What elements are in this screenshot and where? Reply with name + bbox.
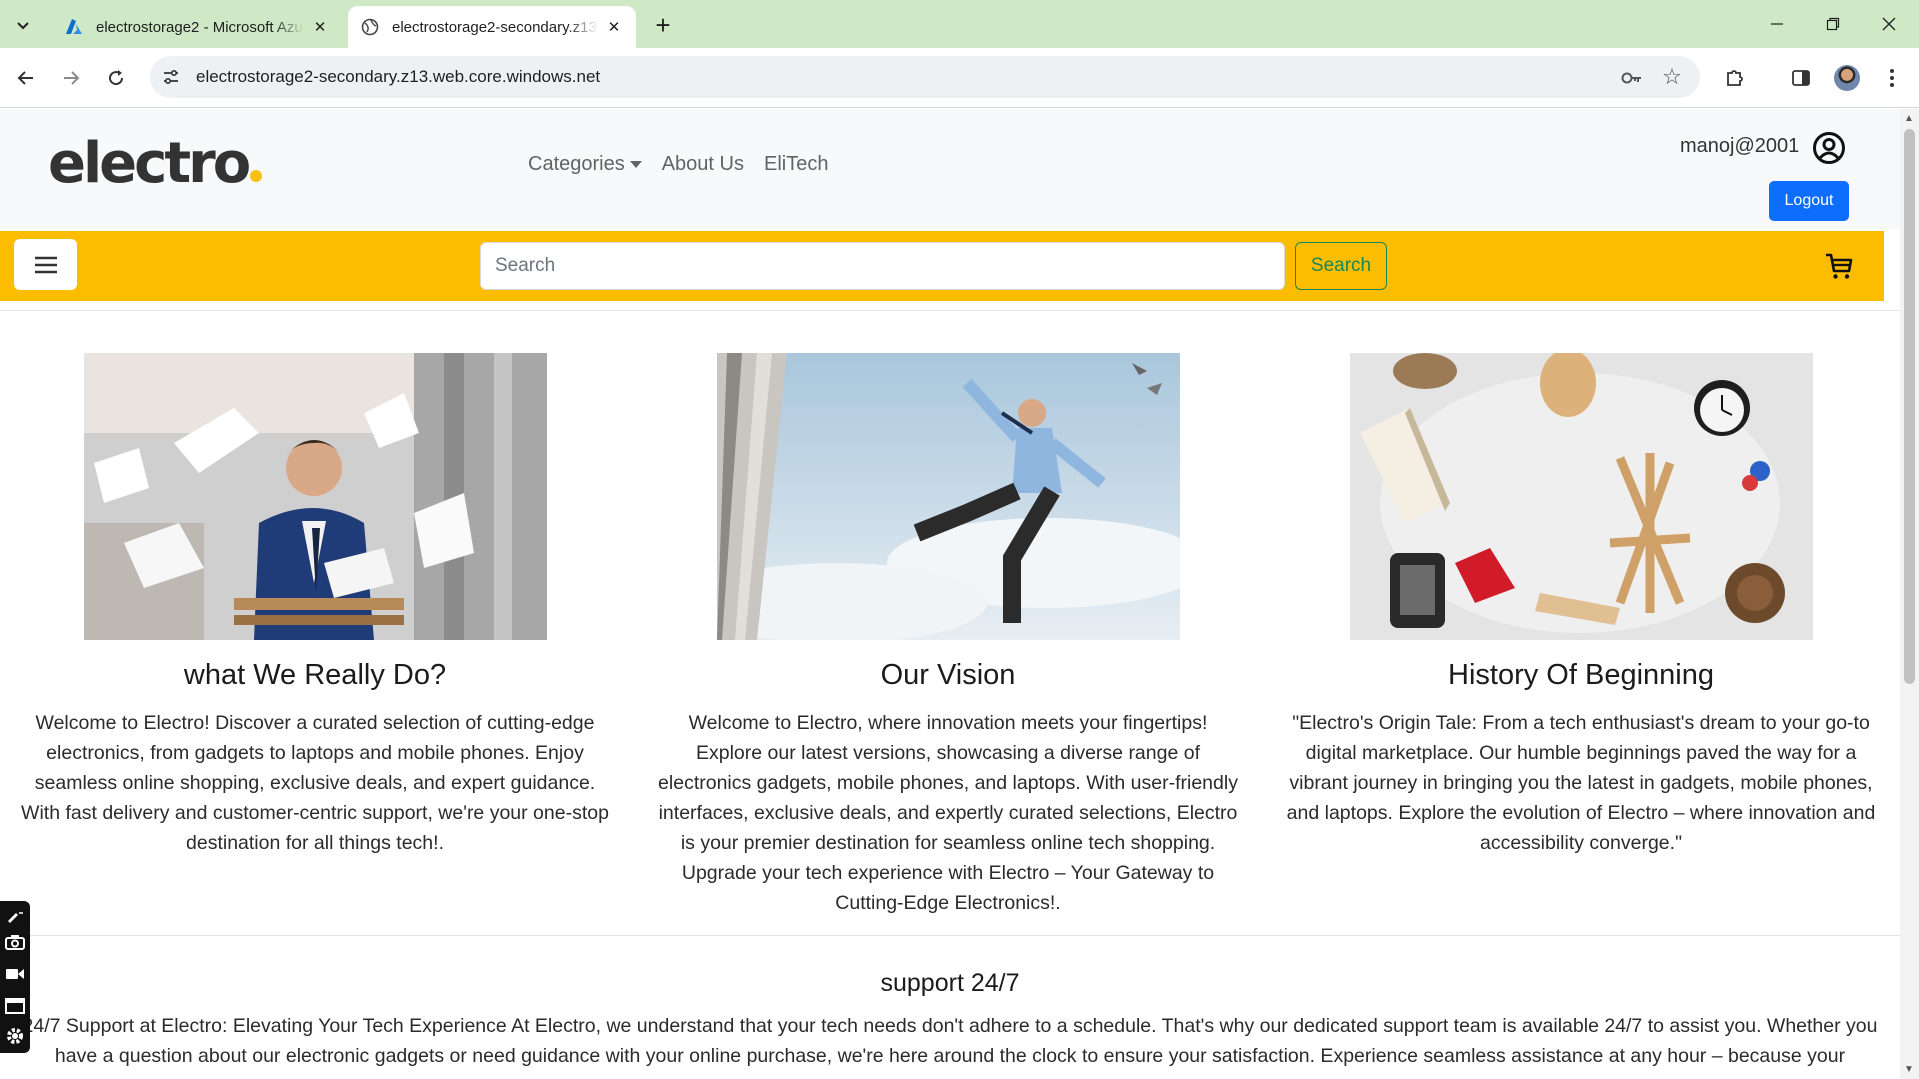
profile-avatar xyxy=(1834,65,1860,91)
search-bar: Search Search xyxy=(0,231,1884,301)
search-placeholder: Search xyxy=(495,255,556,276)
logout-button[interactable]: Logout xyxy=(1769,181,1849,221)
close-tab-icon[interactable]: ✕ xyxy=(310,17,330,37)
search-input[interactable]: Search xyxy=(480,242,1285,290)
arrow-left-icon xyxy=(17,71,33,85)
profile-button[interactable] xyxy=(1831,62,1863,94)
camera-icon[interactable] xyxy=(4,931,26,953)
close-tab-icon[interactable]: ✕ xyxy=(604,17,624,37)
card-title: Our Vision xyxy=(880,659,1016,691)
user-circle-icon[interactable] xyxy=(1812,131,1846,165)
card-text: Welcome to Electro! Discover a curated s… xyxy=(21,712,609,854)
card-text: Welcome to Electro, where innovation mee… xyxy=(658,712,1238,914)
username: manoj@2001 xyxy=(1680,135,1800,157)
section-divider xyxy=(0,935,1900,936)
restore-button[interactable] xyxy=(1804,0,1862,48)
bookmark-star-icon[interactable]: ☆ xyxy=(1660,64,1684,89)
caret-down-icon xyxy=(629,161,642,169)
scroll-down-icon[interactable]: ▼ xyxy=(1904,1064,1914,1075)
azure-icon xyxy=(64,17,84,37)
window-icon[interactable] xyxy=(4,995,26,1017)
minimize-button[interactable] xyxy=(1748,0,1806,48)
nav-elitech[interactable]: EliTech xyxy=(764,153,828,176)
tab-title: electrostorage2 - Microsoft Azu xyxy=(96,18,303,36)
new-tab-button[interactable]: + xyxy=(648,10,678,40)
reload-button[interactable] xyxy=(100,62,132,94)
forward-button[interactable] xyxy=(55,62,87,94)
side-panel-button[interactable] xyxy=(1785,62,1817,94)
nav-categories[interactable]: Categories xyxy=(528,153,642,176)
minimize-icon xyxy=(1771,23,1783,25)
side-panel-icon xyxy=(1792,70,1810,86)
businessman-papers-image xyxy=(84,353,547,640)
site-header: electro Categories About Us EliTech mano… xyxy=(0,109,1900,229)
businessman-jumping-image xyxy=(717,353,1180,640)
electro-logo[interactable]: electro xyxy=(48,131,263,196)
browser-tabstrip: electrostorage2 - Microsoft Azu ✕ electr… xyxy=(0,0,1919,48)
url-text: electrostorage2-secondary.z13.web.core.w… xyxy=(196,67,601,86)
nav-categories-label: Categories xyxy=(528,153,625,175)
scroll-up-icon[interactable]: ▲ xyxy=(1904,113,1914,124)
nav-about-us[interactable]: About Us xyxy=(662,153,744,176)
cart-icon[interactable] xyxy=(1824,251,1854,281)
close-window-button[interactable] xyxy=(1860,0,1918,48)
back-button[interactable] xyxy=(10,62,42,94)
tab-electro[interactable]: electrostorage2-secondary.z13. ✕ xyxy=(348,6,636,48)
card-title: History Of Beginning xyxy=(1448,659,1714,691)
extensions-button[interactable] xyxy=(1719,62,1751,94)
search-button[interactable]: Search xyxy=(1295,242,1387,290)
card-text: "Electro's Origin Tale: From a tech enth… xyxy=(1286,712,1876,854)
section-divider xyxy=(0,310,1900,311)
globe-icon xyxy=(360,17,380,37)
floating-toolbar xyxy=(0,901,30,1053)
main-nav: Categories About Us EliTech xyxy=(528,153,828,176)
pen-icon[interactable] xyxy=(4,905,26,927)
tab-search-button[interactable] xyxy=(8,10,38,40)
logo-text: electro xyxy=(48,131,251,196)
menu-toggle-button[interactable] xyxy=(14,239,77,290)
reload-icon xyxy=(109,70,124,86)
web-page: electro Categories About Us EliTech mano… xyxy=(0,109,1900,1079)
support-text: 24/7 Support at Electro: Elevating Your … xyxy=(22,1015,1878,1067)
browser-toolbar: electrostorage2-secondary.z13.web.core.w… xyxy=(0,48,1919,108)
site-info-icon[interactable] xyxy=(160,66,182,88)
restore-icon xyxy=(1826,17,1840,31)
key-icon[interactable] xyxy=(1620,66,1644,90)
close-icon xyxy=(1882,17,1896,31)
card-title: what We Really Do? xyxy=(183,659,447,691)
chrome-menu-button[interactable] xyxy=(1876,62,1908,94)
tab-azure[interactable]: electrostorage2 - Microsoft Azu ✕ xyxy=(52,6,342,48)
address-bar[interactable]: electrostorage2-secondary.z13.web.core.w… xyxy=(150,56,1700,98)
logo-dot xyxy=(250,170,263,182)
gear-icon[interactable] xyxy=(4,1025,26,1047)
scroll-thumb[interactable] xyxy=(1904,129,1915,684)
puzzle-icon xyxy=(1727,70,1743,86)
support-title: support 24/7 xyxy=(880,969,1020,997)
arrow-right-icon xyxy=(64,71,80,85)
tab-title: electrostorage2-secondary.z13. xyxy=(392,18,598,36)
page-scrollbar[interactable]: ▲ ▼ xyxy=(1900,109,1919,1079)
video-icon[interactable] xyxy=(4,963,26,985)
hamburger-icon xyxy=(34,256,57,273)
floating-objects-image xyxy=(1350,353,1813,640)
chevron-down-icon xyxy=(17,22,29,30)
kebab-menu-icon xyxy=(1890,69,1894,87)
